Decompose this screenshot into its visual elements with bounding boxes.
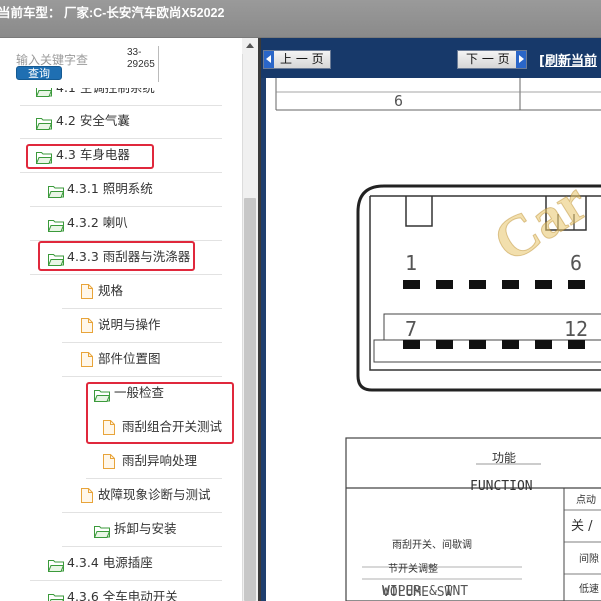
folder-open-icon [48,591,65,601]
pin-label-top: 6 [394,92,403,110]
tree-item-4-2[interactable]: 4.2 安全气囊 [20,105,222,139]
tree-item-label: 4.2 安全气囊 [56,113,130,128]
row1-cn: 雨刮开关、间歇调 [392,538,472,551]
row1-cn2: 节开关调整 [388,562,438,575]
tree-item-label: 拆卸与安装 [114,521,177,536]
pin-label-12: 12 [564,317,588,341]
scroll-up-arrow[interactable] [242,38,258,54]
table-title-en: FUNCTION [470,479,533,494]
search-button[interactable]: 查询 [16,66,62,80]
pin-label-6: 6 [570,251,582,275]
highlight-box-4-3 [26,144,154,169]
tree-item-label: 规格 [98,283,124,298]
tree-item-label: 4.3.2 喇叭 [67,215,128,230]
pin-label-7: 7 [405,317,417,341]
title-bar: 当前车型： 厂家:C-长安汽车欧尚X52022 [0,0,601,38]
highlight-box-general-check [86,382,234,444]
tree-item-label: 部件位置图 [98,351,161,366]
car-model-title: 当前车型： 厂家:C-长安汽车欧尚X52022 [0,6,225,20]
document-page: 6 1 6 7 12 Car 功能 FUNCTION 雨刮开关、间歇调 节开关调… [266,78,601,601]
tree-item-label: 故障现象诊断与测试 [98,487,211,502]
tree-item-removal-install[interactable]: 拆卸与安装 [62,513,222,547]
folder-open-icon [35,115,53,130]
document-icon [80,318,96,333]
document-viewer: 上 一 页 下 一 页 [刷新当前 6 1 6 7 12 Car 功能 FUNC… [258,38,601,601]
tree-item-spec[interactable]: 规格 [62,275,222,309]
scrollbar-thumb[interactable] [244,198,256,601]
tree-item-label: 说明与操作 [98,317,161,332]
tree-item-4-3-6[interactable]: 4.3.6 全车电动开关 [30,581,222,601]
viewer-toolbar: 上 一 页 下 一 页 [刷新当前 [261,38,601,78]
col-off: 关 / [571,519,593,534]
col-momentary: 点动 [576,494,596,506]
prev-page-button[interactable]: 上 一 页 [263,50,331,69]
tree-item-label: 4.3.1 照明系统 [67,181,153,196]
document-icon [80,352,96,367]
tree-item-label: 4.3.4 电源插座 [67,555,153,570]
tree-item-label: 4.3.6 全车电动开关 [67,589,178,601]
result-count: 33- 29265 [127,47,155,70]
tree-item-wiper-noise[interactable]: 雨刮异响处理 [86,445,222,479]
tree-item-4-3-4[interactable]: 4.3.4 电源插座 [30,547,222,581]
search-area: 输入关键字查 查询 33- 29265 [0,38,258,88]
folder-open-icon [93,523,111,538]
next-page-button[interactable]: 下 一 页 [457,50,527,69]
tree-item-description[interactable]: 说明与操作 [62,309,222,343]
tree-item-location[interactable]: 部件位置图 [62,343,222,377]
tree-item-fault-diagnosis[interactable]: 故障现象诊断与测试 [62,479,222,513]
refresh-link[interactable]: [刷新当前 [539,50,597,69]
tree-item-4-3-1[interactable]: 4.3.1 照明系统 [30,173,222,207]
tree-item-4-3-2[interactable]: 4.3.2 喇叭 [30,207,222,241]
arrow-right-icon [516,51,526,68]
folder-open-icon [47,217,65,232]
connector-diagram: 6 1 6 7 12 Car 功能 FUNCTION 雨刮开关、间歇调 节开关调… [275,78,601,601]
document-icon [102,454,118,469]
document-icon [80,488,96,503]
pin-label-1: 1 [405,251,417,275]
tree-item-label: 雨刮异响处理 [122,453,198,468]
toc-tree: 4.1 空调控制系统 4.2 安全气囊 4.3 车身电器 4.3.1 照明系统 … [0,38,242,601]
row1-en2: VOLUME SW [382,585,453,600]
left-panel: 4.1 空调控制系统 4.2 安全气囊 4.3 车身电器 4.3.1 照明系统 … [0,38,258,601]
folder-open-icon [47,183,65,198]
col-low: 低速 [579,582,599,595]
document-icon [80,284,96,299]
table-title-cn: 功能 [492,451,516,465]
highlight-box-4-3-3 [38,241,195,271]
col-intermittent: 间隙 [579,552,599,565]
folder-open-icon [47,557,65,572]
arrow-left-icon [264,51,274,68]
